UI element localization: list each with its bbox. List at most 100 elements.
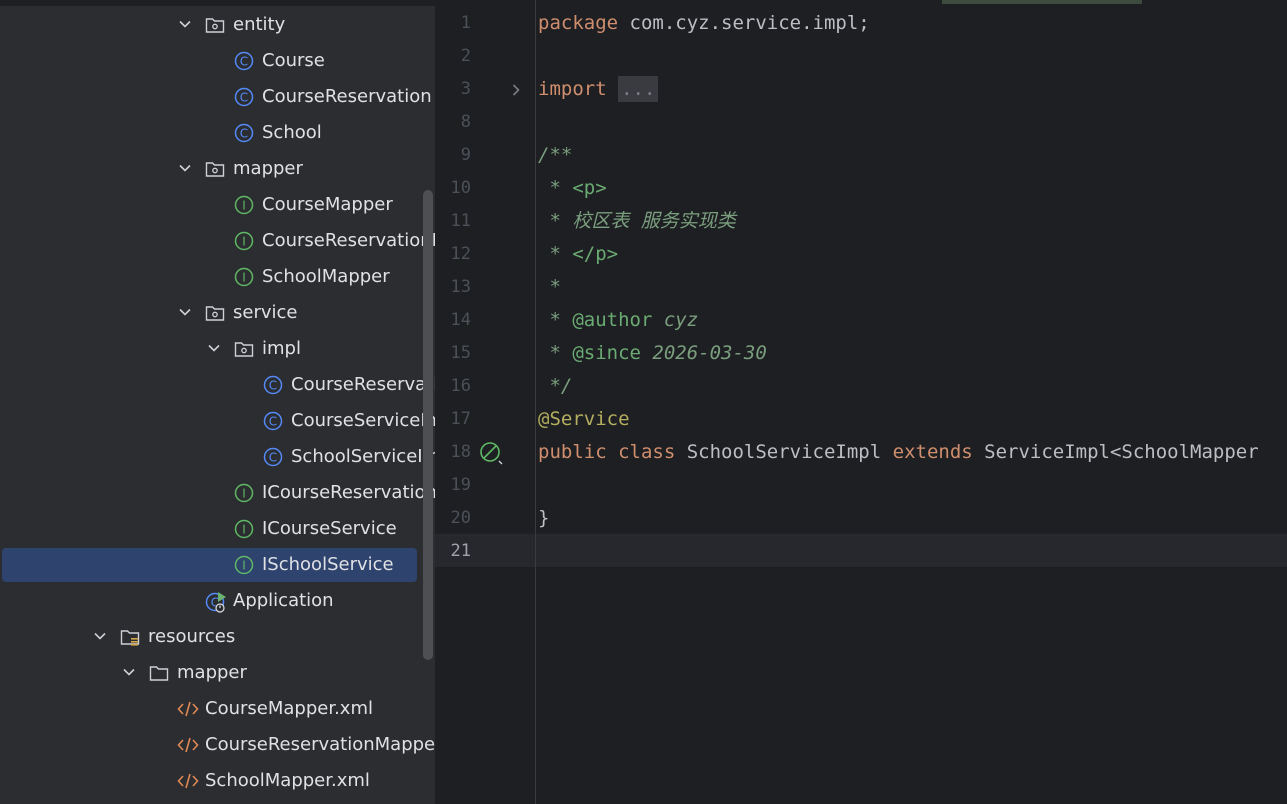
tree-row[interactable]: mapper (0, 655, 435, 691)
tree-row[interactable]: C Course (0, 43, 435, 79)
svg-text:C: C (240, 91, 248, 105)
line-number: 12 (450, 244, 471, 264)
line-number: 19 (450, 475, 471, 495)
chevron-down-icon[interactable] (93, 628, 107, 642)
tree-row-label: ICourseReservationS (262, 482, 435, 503)
package-folder-icon (205, 159, 225, 179)
tree-row[interactable]: C CourseReservatic (0, 367, 435, 403)
svg-text:C: C (269, 451, 277, 465)
xml-file-icon (177, 699, 199, 719)
code-token: * (538, 276, 561, 298)
code-line[interactable]: * @since 2026-03-30 (538, 337, 766, 370)
tree-row-label: resources (148, 626, 236, 647)
code-line[interactable]: * @author cyz (538, 304, 698, 337)
spring-bean-gutter-icon[interactable] (479, 441, 503, 465)
code-line[interactable]: package com.cyz.service.impl; (538, 7, 870, 40)
code-line[interactable]: * </p> (538, 238, 618, 271)
fold-expand-icon[interactable] (509, 82, 523, 96)
tree-row[interactable]: C Application (0, 583, 435, 619)
tree-row-label: Application (233, 590, 334, 611)
xml-file-icon (177, 735, 199, 755)
tree-row[interactable]: service (0, 295, 435, 331)
tree-row[interactable]: CourseMapper.xml (0, 691, 435, 727)
xml-file-icon (177, 771, 199, 791)
line-number: 16 (450, 376, 471, 396)
tree-row[interactable]: impl (0, 331, 435, 367)
tree-row[interactable]: I CourseReservationM (0, 223, 435, 259)
svg-text:C: C (240, 55, 248, 69)
tree-row[interactable]: resources (0, 619, 435, 655)
svg-text:C: C (240, 127, 248, 141)
line-number: 9 (460, 145, 471, 165)
code-editor[interactable]: 1 package com.cyz.service.impl; 2 3 import .… (435, 0, 1287, 804)
tree-row[interactable]: I ICourseReservationS (0, 475, 435, 511)
tree-row-label: mapper (177, 662, 247, 683)
tree-scrollbar[interactable] (423, 190, 433, 660)
line-number: 13 (450, 277, 471, 297)
tree-row[interactable]: C CourseReservation (0, 79, 435, 115)
tree-row-label: CourseReservation (262, 86, 432, 107)
code-token: @since (572, 342, 641, 364)
tree-row[interactable]: mapper (0, 151, 435, 187)
code-line[interactable]: /** (538, 139, 572, 172)
spring-boot-app-icon: C (205, 591, 226, 613)
tree-row[interactable]: SchoolMapper.xml (0, 763, 435, 799)
code-line[interactable]: * (538, 271, 561, 304)
tree-row[interactable]: I ICourseService (0, 511, 435, 547)
folder-icon (149, 663, 169, 683)
tree-row-label: CourseReservationMapper. (205, 734, 435, 755)
tree-row[interactable]: CourseReservationMapper. (0, 727, 435, 763)
tree-row[interactable]: I SchoolMapper (0, 259, 435, 295)
code-line[interactable]: * 校区表 服务实现类 (538, 205, 735, 238)
code-line[interactable]: */ (538, 370, 572, 403)
tree-row-label: CourseReservatic (291, 374, 435, 395)
chevron-down-icon[interactable] (122, 664, 136, 678)
code-token: package (538, 12, 630, 34)
package-folder-icon (205, 303, 225, 323)
interface-icon: I (234, 519, 254, 539)
code-token: * (538, 342, 573, 364)
chevron-down-icon[interactable] (178, 304, 192, 318)
tree-row[interactable]: C SchoolServiceImp (0, 439, 435, 475)
class-icon: C (234, 87, 254, 107)
folded-imports[interactable]: ... (618, 76, 659, 102)
line-number: 14 (450, 310, 471, 330)
svg-text:I: I (242, 235, 246, 249)
code-line[interactable]: @Service (538, 403, 630, 436)
code-line[interactable]: * <p> (538, 172, 606, 205)
gutter-separator (535, 0, 536, 804)
tree-row[interactable]: I ISchoolService (0, 547, 435, 583)
code-token: @Service (538, 408, 630, 430)
code-token: ServiceImpl<SchoolMapper (984, 441, 1259, 463)
tree-row[interactable]: entity (0, 7, 435, 43)
code-line[interactable]: public class SchoolServiceImpl extends S… (538, 436, 1259, 469)
tree-row[interactable]: C CourseServiceImp (0, 403, 435, 439)
tree-row-label: CourseReservationM (262, 230, 435, 251)
line-number: 1 (460, 13, 471, 33)
editor-tab-indicator (942, 0, 1142, 4)
tree-row-label: mapper (233, 158, 303, 179)
tree-row[interactable]: I CourseMapper (0, 187, 435, 223)
tree-row-label: entity (233, 14, 286, 35)
line-number: 15 (450, 343, 471, 363)
code-token: } (538, 507, 550, 529)
project-tree[interactable]: entity C Course C CourseReservation C School ma… (0, 0, 435, 804)
code-line[interactable]: } (538, 502, 549, 535)
code-token: * (538, 309, 573, 331)
tree-row-label: CourseMapper.xml (205, 698, 373, 719)
class-icon: C (263, 447, 283, 467)
tree-row[interactable]: C School (0, 115, 435, 151)
code-line[interactable]: import ... (538, 73, 659, 106)
chevron-down-icon[interactable] (207, 340, 221, 354)
chevron-down-icon[interactable] (178, 160, 192, 174)
tree-row-label: CourseMapper (262, 194, 393, 215)
resources-folder-icon (120, 627, 140, 647)
chevron-down-icon[interactable] (178, 16, 192, 30)
line-number: 10 (450, 178, 471, 198)
svg-text:C: C (269, 415, 277, 429)
svg-text:I: I (242, 559, 246, 573)
code-token: SchoolServiceImpl (686, 441, 893, 463)
code-token: * (538, 177, 573, 199)
code-token: */ (538, 375, 573, 397)
line-number: 3 (460, 79, 471, 99)
